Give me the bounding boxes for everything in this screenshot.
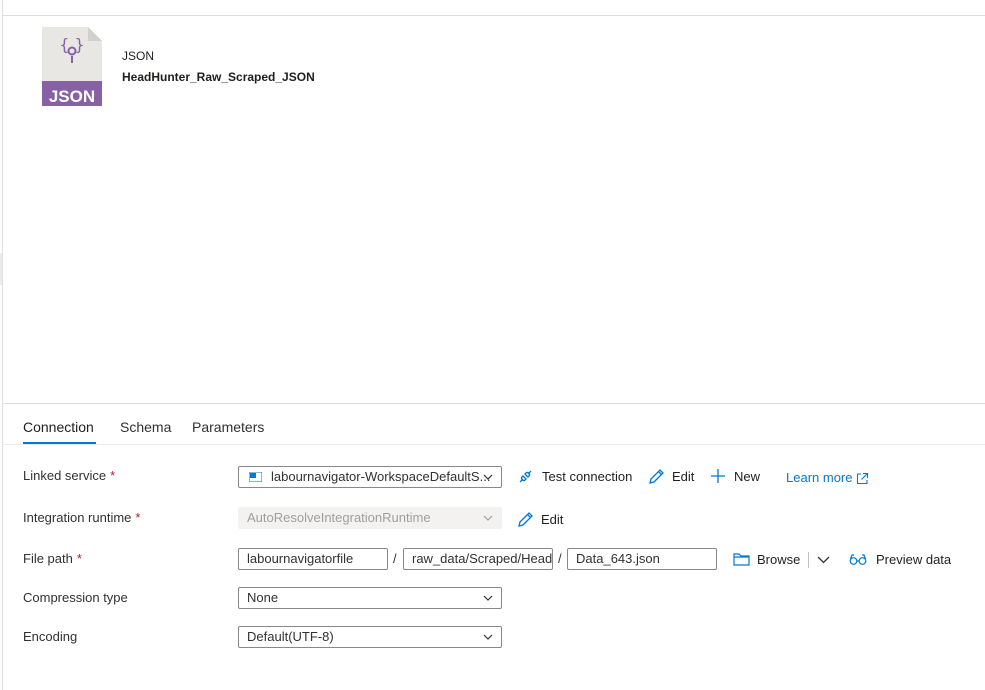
svg-text:JSON: JSON bbox=[49, 87, 95, 106]
file-path-file-input[interactable]: Data_643.json bbox=[567, 548, 717, 570]
integration-runtime-select: AutoResolveIntegrationRuntime bbox=[238, 507, 502, 529]
pencil-icon bbox=[518, 512, 533, 527]
json-file-icon: { } JSON bbox=[42, 27, 102, 106]
edit-linked-service-button[interactable]: Edit bbox=[648, 468, 698, 486]
browse-button[interactable]: Browse bbox=[733, 551, 803, 569]
encoding-select[interactable]: Default(UTF-8) bbox=[238, 626, 502, 648]
glasses-icon bbox=[849, 554, 867, 565]
folder-icon bbox=[733, 553, 750, 566]
tab-parameters[interactable]: Parameters bbox=[192, 419, 264, 435]
dataset-name: HeadHunter_Raw_Scraped_JSON bbox=[122, 70, 315, 84]
linked-service-select[interactable]: labournavigator-WorkspaceDefaultS... bbox=[238, 466, 502, 488]
path-separator: / bbox=[558, 551, 562, 566]
chevron-down-icon bbox=[483, 515, 493, 521]
plug-icon bbox=[519, 470, 532, 483]
storage-icon bbox=[249, 472, 262, 482]
new-linked-service-button[interactable]: New bbox=[710, 468, 765, 486]
file-path-directory-input[interactable]: raw_data/Scraped/Head bbox=[403, 548, 553, 570]
chevron-down-icon bbox=[483, 634, 493, 640]
pane-resize-handle[interactable] bbox=[0, 253, 2, 285]
chevron-down-icon bbox=[483, 474, 493, 480]
encoding-label: Encoding bbox=[23, 629, 78, 644]
external-link-icon bbox=[856, 472, 869, 485]
tab-connection[interactable]: Connection bbox=[23, 419, 94, 435]
tabs-divider bbox=[2, 444, 985, 445]
panel-divider[interactable] bbox=[2, 403, 985, 404]
file-path-container-input[interactable]: labournavigatorfile bbox=[238, 548, 388, 570]
path-separator: / bbox=[393, 551, 397, 566]
top-divider bbox=[2, 15, 985, 16]
pencil-icon bbox=[649, 469, 664, 484]
linked-service-label: Linked service * bbox=[23, 468, 116, 483]
svg-text:{ }: { } bbox=[59, 35, 84, 54]
integration-runtime-label: Integration runtime * bbox=[23, 510, 141, 525]
plus-icon bbox=[711, 469, 725, 483]
learn-more-link[interactable]: Learn more bbox=[786, 469, 876, 487]
compression-type-label: Compression type bbox=[23, 590, 128, 605]
compression-type-select[interactable]: None bbox=[238, 587, 502, 609]
test-connection-button[interactable]: Test connection bbox=[517, 468, 637, 486]
edit-integration-runtime-button[interactable]: Edit bbox=[517, 511, 567, 529]
chevron-down-icon bbox=[483, 595, 493, 601]
dataset-type-label: JSON bbox=[122, 49, 155, 63]
preview-data-button[interactable]: Preview data bbox=[849, 551, 954, 569]
tab-schema[interactable]: Schema bbox=[120, 419, 171, 435]
button-divider bbox=[808, 552, 809, 568]
browse-options-chevron-icon[interactable] bbox=[816, 552, 831, 567]
file-path-label: File path * bbox=[23, 551, 82, 566]
